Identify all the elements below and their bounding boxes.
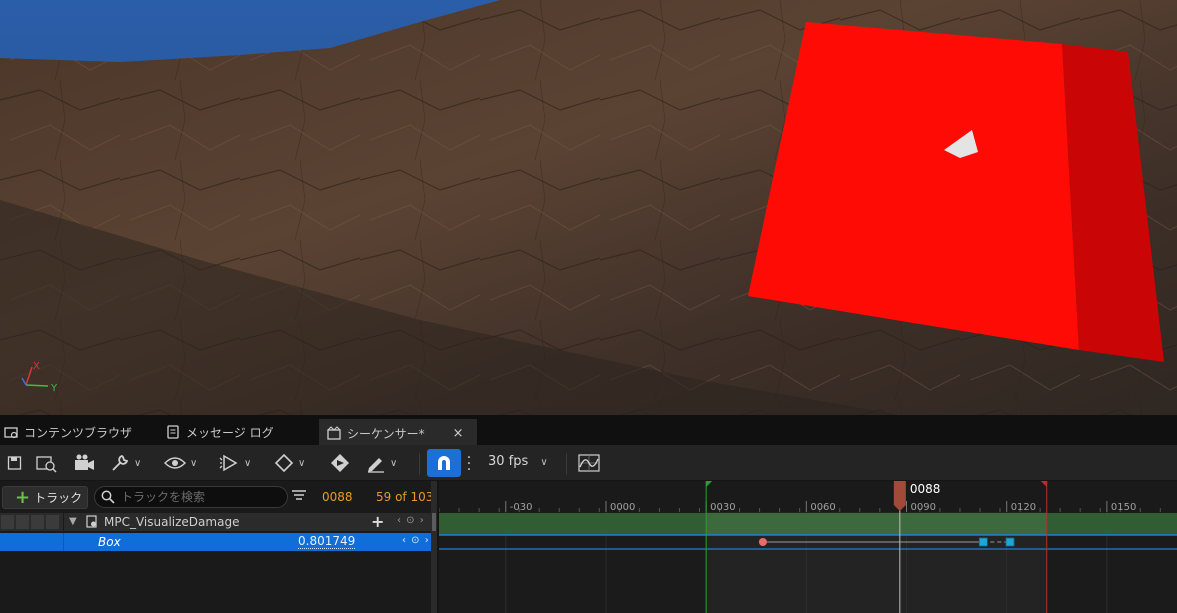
plus-icon: + xyxy=(15,486,31,508)
toggle-cell[interactable] xyxy=(46,515,59,529)
time-ruler xyxy=(439,481,1177,512)
outliner-empty-area xyxy=(0,551,436,613)
axis-y-label: Y xyxy=(50,383,58,394)
playhead-handle xyxy=(893,481,906,511)
keyframe-navigation[interactable]: ‹ ⊙ › xyxy=(402,535,430,546)
track-value-field[interactable]: 0.801749 xyxy=(298,535,356,549)
track-row-selected[interactable]: Box 0.801749 ‹ ⊙ › xyxy=(0,533,436,551)
chevron-down-icon: ∨ xyxy=(540,457,548,468)
filter-icon[interactable] xyxy=(292,490,306,502)
frame-rate-menu[interactable]: 30 fps ∨ xyxy=(488,454,548,469)
keyframe-square xyxy=(978,537,988,547)
chevron-down-icon: ∨ xyxy=(298,457,306,469)
level-viewport[interactable]: X Y xyxy=(0,0,1177,415)
snap-magnet-icon xyxy=(438,456,450,470)
tab-message-log[interactable]: メッセージ ログ xyxy=(158,419,282,445)
viewport-scene: X Y xyxy=(0,0,1177,415)
timeline-canvas[interactable]: -030 0000 0030 0060 0090 0120 0150 0088 xyxy=(439,481,1177,613)
view-options-menu[interactable]: ∨ xyxy=(164,451,197,475)
save-button[interactable] xyxy=(7,451,23,475)
tab-sequencer[interactable]: シーケンサー* × xyxy=(319,419,477,445)
keyframe-navigation[interactable]: ‹ ⊙ › xyxy=(397,515,425,526)
expand-caret-icon[interactable]: ▼ xyxy=(69,516,77,527)
panel-splitter[interactable] xyxy=(431,481,437,613)
tick-label: 0120 xyxy=(1011,502,1036,513)
chevron-down-icon: ∨ xyxy=(244,457,252,469)
track-search-box[interactable] xyxy=(94,486,288,508)
track-row-group[interactable]: ▼ MPC_VisualizeDamage + ‹ ⊙ › xyxy=(0,512,436,531)
add-subtrack-button[interactable]: + xyxy=(371,512,384,531)
edit-icon xyxy=(368,458,384,473)
snap-options-button[interactable]: · · · xyxy=(466,451,472,477)
chevron-down-icon: ∨ xyxy=(190,457,198,469)
tab-label: メッセージ ログ xyxy=(186,425,274,440)
playback-options-menu[interactable]: ∨ xyxy=(218,451,251,475)
key-options-menu[interactable]: ∨ xyxy=(274,451,305,475)
timeline-area[interactable]: -030 0000 0030 0060 0090 0120 0150 0088 xyxy=(439,481,1177,613)
tick-label: 0060 xyxy=(810,502,835,513)
chevron-down-icon: ∨ xyxy=(390,457,398,469)
toggle-cell[interactable] xyxy=(1,515,14,529)
search-input[interactable] xyxy=(121,490,281,504)
track-name: Box xyxy=(98,535,121,549)
tick-label: 0030 xyxy=(710,502,735,513)
add-track-button[interactable]: + トラック xyxy=(2,486,88,509)
track-toggle-cells xyxy=(1,515,59,529)
find-in-content-browser-button[interactable] xyxy=(36,451,58,475)
camera-icon xyxy=(75,454,94,470)
snap-toggle-button[interactable] xyxy=(427,449,461,477)
playback-icon xyxy=(219,454,238,472)
save-icon xyxy=(7,456,22,470)
material-parameter-collection-icon xyxy=(86,515,97,528)
add-track-label: トラック xyxy=(34,491,83,505)
frame-rate-label: 30 fps xyxy=(488,454,529,469)
tick-label: 0000 xyxy=(610,502,635,513)
section-out-of-range xyxy=(1046,513,1177,535)
message-log-icon xyxy=(167,425,179,439)
curve-editor-icon xyxy=(578,454,600,472)
track-outliner: + トラック 0088 59 of 103 ▼ MPC_VisualizeDam… xyxy=(0,481,436,613)
tab-label: コンテンツブラウザ xyxy=(24,425,133,440)
toolbar-separator xyxy=(419,453,420,475)
tick-label: 0150 xyxy=(1111,502,1136,513)
section-out-of-range xyxy=(439,513,707,535)
chevron-down-icon: ∨ xyxy=(134,457,142,469)
frame-count-readout: 59 of 103 xyxy=(376,490,434,504)
panel-tab-bar: コンテンツブラウザ メッセージ ログ シーケンサー* × xyxy=(0,415,1177,445)
camera-button[interactable] xyxy=(74,451,96,475)
keyframe-square xyxy=(1005,537,1015,547)
track-group-name: MPC_VisualizeDamage xyxy=(104,515,240,529)
sequencer-icon xyxy=(327,426,341,440)
search-icon xyxy=(101,490,115,504)
tab-label: シーケンサー* xyxy=(347,426,425,441)
key-icon xyxy=(274,453,294,473)
toolbar-separator xyxy=(566,453,567,475)
content-browser-icon xyxy=(4,427,18,439)
toggle-cell[interactable] xyxy=(16,515,29,529)
render-icon xyxy=(331,454,349,472)
edit-options-menu[interactable]: ∨ xyxy=(366,451,397,475)
tools-icon xyxy=(112,454,129,471)
keyframe-circle xyxy=(758,538,767,546)
find-in-content-browser-icon xyxy=(36,456,57,473)
close-tab-button[interactable]: × xyxy=(453,426,464,441)
tick-label: 0090 xyxy=(911,502,936,513)
render-movie-button[interactable] xyxy=(330,451,350,475)
sequencer-toolbar: ∨ ∨ ∨ ∨ ∨ · · · 30 fps ∨ xyxy=(0,445,1177,481)
axis-x-label: X xyxy=(33,361,40,372)
tools-menu[interactable]: ∨ xyxy=(110,451,141,475)
playhead-label: 0088 xyxy=(910,482,941,496)
curve-editor-button[interactable] xyxy=(578,451,600,475)
toggle-cell[interactable] xyxy=(31,515,44,529)
current-frame-readout: 0088 xyxy=(322,490,353,504)
view-icon xyxy=(164,457,186,469)
tab-content-browser[interactable]: コンテンツブラウザ xyxy=(0,419,140,445)
tick-label: -030 xyxy=(510,502,533,513)
